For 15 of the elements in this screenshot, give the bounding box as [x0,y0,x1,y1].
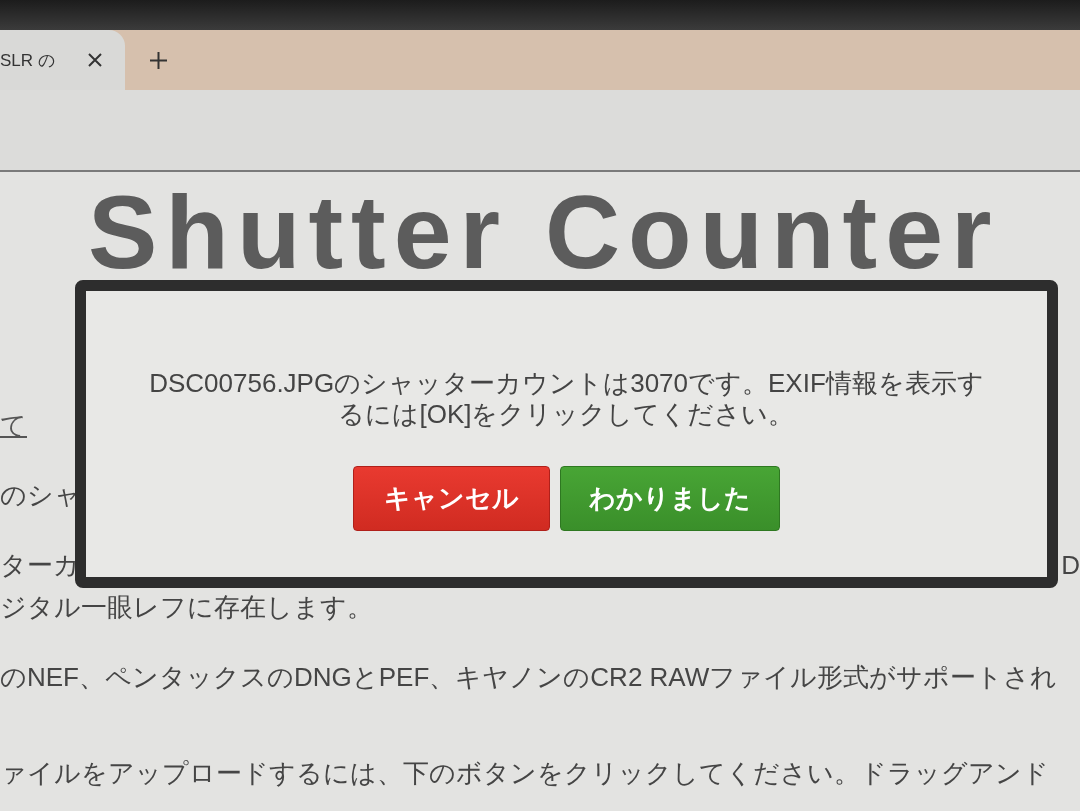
page-heading: Shutter Counter [88,188,1000,278]
ok-button[interactable]: わかりました [560,466,780,531]
body-text: ターカ [0,549,80,583]
body-text: のシャ [0,479,81,513]
body-text: ジタル一眼レフに存在します。 [0,591,373,625]
browser-tab[interactable]: SLR の [0,30,125,90]
body-text: D [1061,549,1080,583]
plus-icon[interactable] [150,51,167,69]
dialog-message: DSC00756.JPGのシャッターカウントは3070です。EXIF情報を表示するには[OK]をクリックしてください。 [148,368,985,430]
close-icon[interactable] [88,53,102,67]
cancel-button[interactable]: キャンセル [353,466,550,531]
body-text: のNEF、ペンタックスのDNGとPEF、キヤノンのCR2 RAWファイル形式がサポートされ [0,661,1058,695]
tab-title: SLR の [0,49,55,72]
body-text: ァイルをアップロードするには、下のボタンをクリックしてください。ドラッグアンド [0,757,1049,791]
text-link[interactable]: て [0,404,27,447]
